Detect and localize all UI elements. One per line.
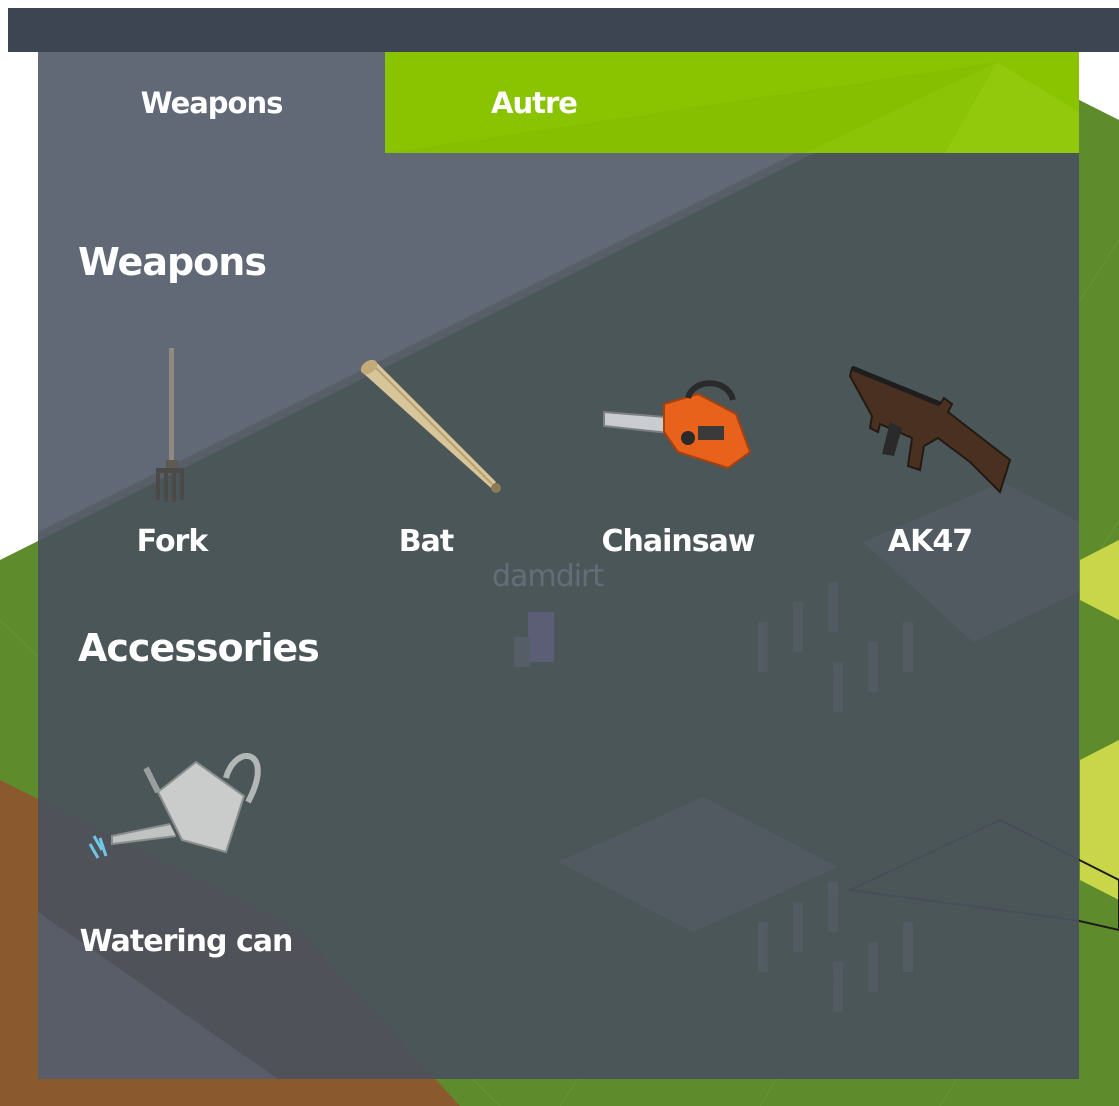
- shop-item-watering-can[interactable]: Watering can: [76, 732, 296, 962]
- watering-can-icon: [88, 752, 261, 859]
- tab-autre-sheen: [385, 62, 1079, 153]
- shop-item-bat[interactable]: Bat: [316, 342, 536, 572]
- bat-label: Bat: [398, 524, 454, 559]
- tab-autre-label: Autre: [491, 85, 578, 120]
- shop-item-chainsaw[interactable]: Chainsaw: [568, 342, 788, 572]
- baseball-bat-icon: [360, 359, 501, 493]
- fork-label: Fork: [136, 524, 209, 559]
- chainsaw-icon: [603, 380, 752, 470]
- tab-autre[interactable]: Autre: [385, 52, 1079, 153]
- shop-item-fork[interactable]: Fork: [62, 342, 282, 572]
- tab-weapons-label: Weapons: [140, 85, 284, 120]
- watering-can-label: Watering can: [79, 924, 294, 959]
- tab-bar: Weapons Autre: [38, 52, 1079, 153]
- chainsaw-label: Chainsaw: [601, 524, 755, 559]
- ak47-label: AK47: [887, 524, 973, 559]
- top-bar: [8, 8, 1119, 52]
- shop-item-ak47[interactable]: AK47: [820, 342, 1040, 572]
- weapons-section-title: Weapons: [78, 240, 267, 284]
- tab-weapons[interactable]: Weapons: [38, 52, 385, 153]
- rifle-icon: [848, 365, 1012, 494]
- accessories-section-title: Accessories: [78, 626, 320, 670]
- pitchfork-icon: [156, 348, 184, 502]
- watermark-text: damdirt: [492, 559, 604, 594]
- shop-panel: Weapons Autre Weapons Fork Bat Chainsaw …: [38, 52, 1079, 1079]
